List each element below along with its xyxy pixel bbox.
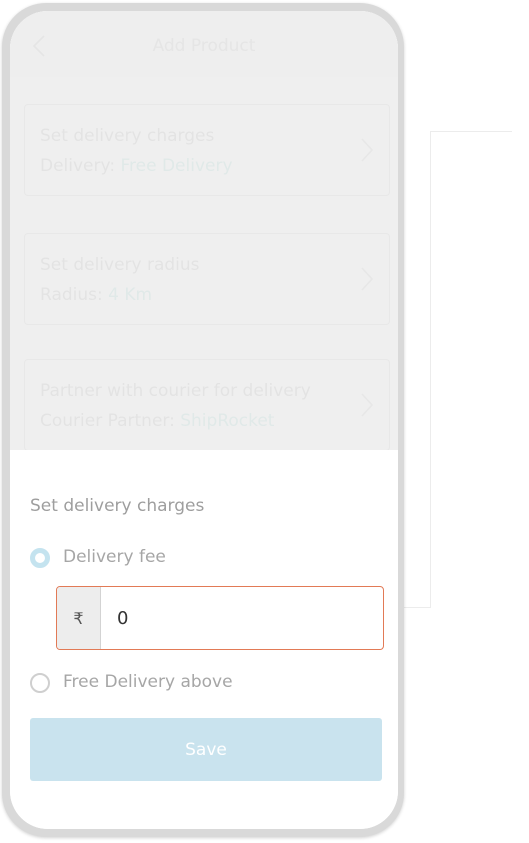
page-title: Add Product — [152, 36, 256, 56]
annotation-connector-line — [430, 131, 431, 608]
setting-title: Set delivery charges — [40, 126, 215, 146]
radio-label-free-delivery-above: Free Delivery above — [63, 672, 233, 692]
radio-label-delivery-fee: Delivery fee — [63, 547, 166, 567]
phone-frame: Add Product Set delivery charges Deliver… — [2, 3, 404, 837]
chevron-right-icon — [359, 137, 375, 163]
bottom-sheet: Set delivery charges Delivery fee ₹ Free… — [10, 450, 398, 829]
setting-detail: Radius: 4 Km — [40, 285, 153, 305]
chevron-right-icon — [359, 266, 375, 292]
setting-card-delivery-radius[interactable]: Set delivery radius Radius: 4 Km — [24, 233, 390, 325]
background-page: Add Product Set delivery charges Deliver… — [10, 11, 398, 451]
delivery-fee-input[interactable] — [117, 606, 357, 630]
setting-value: Free Delivery — [120, 156, 233, 176]
radio-delivery-fee[interactable] — [30, 548, 50, 568]
chevron-right-icon — [359, 392, 375, 418]
radio-free-delivery-above[interactable] — [30, 673, 50, 693]
setting-detail: Courier Partner: ShipRocket — [40, 411, 275, 431]
setting-card-delivery-charges[interactable]: Set delivery charges Delivery: Free Deli… — [24, 104, 390, 196]
setting-detail: Delivery: Free Delivery — [40, 156, 233, 176]
setting-value: 4 Km — [108, 285, 153, 305]
delivery-fee-field[interactable]: ₹ — [56, 586, 384, 650]
phone-screen: Add Product Set delivery charges Deliver… — [10, 11, 398, 829]
save-button[interactable]: Save — [30, 718, 382, 781]
setting-card-courier-partner[interactable]: Partner with courier for delivery Courie… — [24, 359, 390, 451]
currency-prefix: ₹ — [57, 587, 101, 649]
setting-title: Set delivery radius — [40, 255, 200, 275]
sheet-title: Set delivery charges — [30, 496, 205, 516]
setting-title: Partner with courier for delivery — [40, 381, 311, 401]
setting-value: ShipRocket — [180, 411, 275, 431]
annotation-connector-top — [430, 131, 512, 132]
app-header: Add Product — [10, 11, 398, 77]
